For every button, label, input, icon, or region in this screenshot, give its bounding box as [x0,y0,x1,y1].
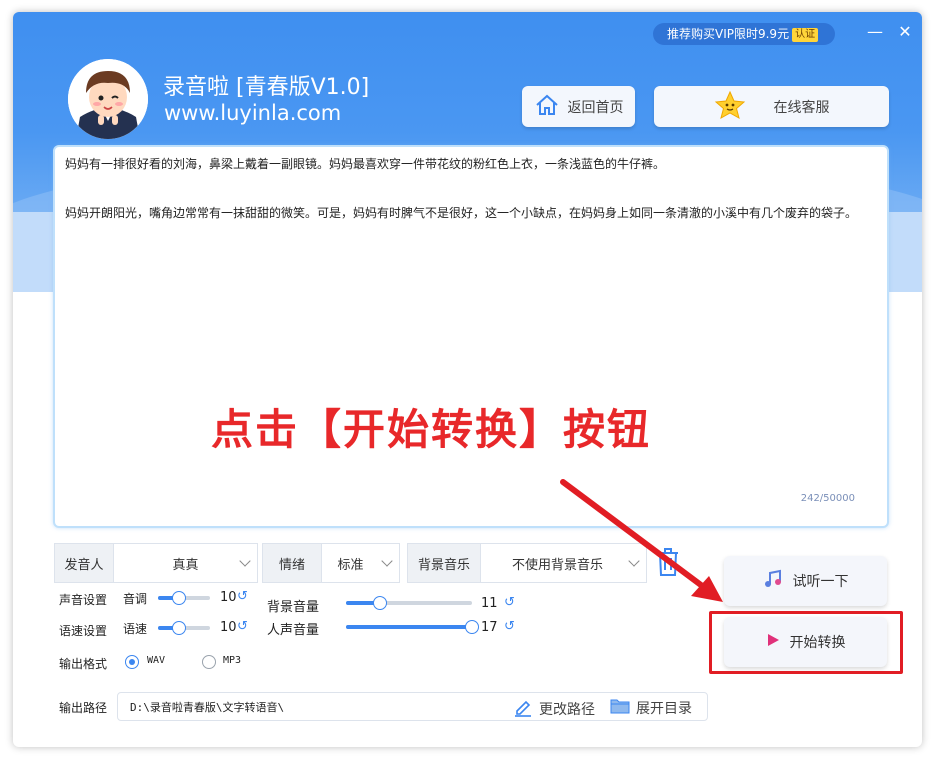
pitch-slider-knob[interactable] [171,591,186,605]
voice-volume-value: 17 [481,620,498,635]
service-button-label: 在线客服 [773,99,830,116]
app-window: 推荐购买VIP限时9.9元 认证 — ✕ 录音啦 [青春版V1.0] www.lu… [13,12,922,747]
voice-volume-slider[interactable] [346,620,479,634]
home-icon [534,93,560,121]
output-path-label: 输出路径 [59,701,108,715]
music-note-icon [763,569,783,593]
char-counter: 242/50000 [800,493,855,504]
app-website: www.luyinla.com [164,101,342,125]
chevron-down-icon [381,555,393,567]
open-dir-button[interactable]: 展开目录 [610,697,692,719]
bgm-label: 背景音乐 [408,544,481,582]
bg-volume-slider[interactable] [346,596,472,610]
output-format-label: 输出格式 [59,657,108,671]
editor-paragraph-1: 妈妈有一排很好看的刘海，鼻梁上戴着一副眼镜。妈妈最喜欢穿一件带花纹的粉红色上衣，… [65,157,666,171]
vip-promo-text[interactable]: 推荐购买VIP限时9.9元 [667,27,789,41]
pitch-reset-icon[interactable]: ↺ [237,589,248,604]
chevron-down-icon [239,555,251,567]
emotion-label: 情绪 [263,544,322,582]
bg-volume-reset-icon[interactable]: ↺ [504,595,515,610]
change-path-label: 更改路径 [539,702,595,718]
mp3-label: MP3 [223,655,242,666]
voice-volume-slider-fill [346,625,472,629]
speaker-value: 真真 [172,557,199,573]
output-path-field[interactable]: D:\录音啦青春版\文字转语音\ 更改路径 展开目录 [117,692,708,721]
voice-volume-label: 人声音量 [267,623,320,638]
folder-icon [610,697,630,719]
service-button[interactable]: 在线客服 [654,86,889,127]
star-icon [714,90,746,124]
wav-label: WAV [147,655,166,666]
emotion-value: 标准 [337,557,364,573]
preview-button-label: 试听一下 [792,574,849,590]
emotion-select[interactable]: 情绪 标准 [262,543,400,583]
emotion-value-box[interactable]: 标准 [322,544,399,582]
speed-reset-icon[interactable]: ↺ [237,619,248,634]
wav-radio[interactable] [125,655,139,669]
pitch-label: 音调 [123,592,148,606]
pitch-value: 10 [220,590,237,605]
bg-volume-slider-knob[interactable] [373,596,388,610]
output-path-value: D:\录音啦青春版\文字转语音\ [130,701,285,714]
avatar [68,59,148,139]
instruction-overlay: 点击【开始转换】按钮 [211,405,652,454]
speaker-label: 发音人 [55,544,114,582]
app-title: 录音啦 [青春版V1.0] [163,75,370,100]
open-dir-label: 展开目录 [636,701,692,717]
voice-settings-label: 声音设置 [59,593,108,607]
speed-settings-label: 语速设置 [59,624,108,638]
voice-volume-slider-knob[interactable] [465,620,479,634]
preview-button[interactable]: 试听一下 [724,556,887,606]
close-button[interactable]: ✕ [895,22,915,42]
highlight-box [709,611,903,674]
pencil-icon [513,697,533,721]
text-editor[interactable]: 妈妈有一排很好看的刘海，鼻梁上戴着一副眼镜。妈妈最喜欢穿一件带花纹的粉红色上衣，… [53,145,889,528]
change-path-button[interactable]: 更改路径 [513,697,595,721]
speaker-select[interactable]: 发音人 真真 [54,543,258,583]
voice-volume-reset-icon[interactable]: ↺ [504,619,515,634]
pitch-slider[interactable] [158,591,210,605]
bg-volume-value: 11 [481,596,498,611]
editor-paragraph-2: 妈妈开朗阳光，嘴角边常常有一抹甜甜的微笑。可是，妈妈有时脾气不是很好，这一个小缺… [65,206,858,220]
vip-tag: 认证 [792,28,819,42]
arrow-annotation [560,479,723,602]
minimize-button[interactable]: — [865,22,885,42]
mp3-radio[interactable] [202,655,216,669]
vip-promo[interactable]: 推荐购买VIP限时9.9元 认证 [653,23,835,45]
speed-value: 10 [220,620,237,635]
speed-slider[interactable] [158,621,210,635]
speed-label: 语速 [123,622,148,636]
bg-volume-label: 背景音量 [267,600,320,615]
home-button[interactable]: 返回首页 [522,86,635,127]
speed-slider-knob[interactable] [171,621,186,635]
speaker-value-box[interactable]: 真真 [114,544,257,582]
home-button-label: 返回首页 [567,99,624,116]
